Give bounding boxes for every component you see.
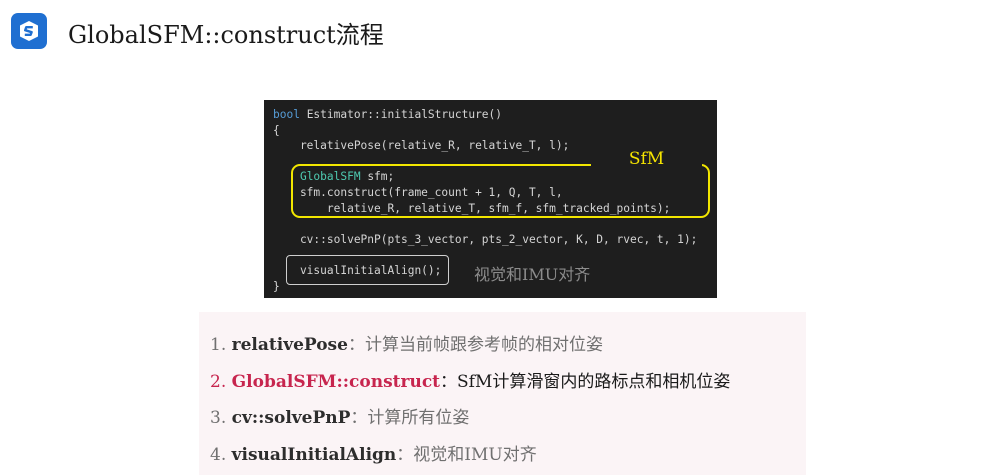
step-separator: ： (348, 335, 365, 355)
step-name: visualInitialAlign (232, 445, 397, 465)
code-line (273, 216, 697, 232)
logo-icon (11, 13, 47, 49)
code-line: { (273, 123, 697, 139)
step-separator: ： (396, 445, 413, 465)
code-token: Estimator::initialStructure() (300, 108, 502, 121)
step-description: 计算所有位姿 (367, 408, 469, 428)
code-line: bool Estimator::initialStructure() (273, 107, 697, 123)
step-number: 1. (210, 335, 226, 355)
step-name: cv::solvePnP (232, 408, 351, 428)
step-description: SfM计算滑窗内的路标点和相机位姿 (457, 372, 730, 392)
code-token: { (273, 124, 280, 137)
step-description: 视觉和IMU对齐 (413, 445, 536, 465)
code-line: cv::solvePnP(pts_3_vector, pts_2_vector,… (273, 232, 697, 248)
step-item: 2. GlobalSFM::construct：SfM计算滑窗内的路标点和相机位… (210, 367, 730, 404)
code-token: relativePose(relative_R, relative_T, l); (273, 139, 569, 152)
s-shield-icon (17, 19, 41, 43)
step-item: 1. relativePose：计算当前帧跟参考帧的相对位姿 (210, 330, 730, 367)
code-token: cv::solvePnP(pts_3_vector, pts_2_vector,… (273, 233, 697, 246)
align-highlight-box (286, 255, 449, 285)
code-token: } (273, 280, 280, 293)
step-description: 计算当前帧跟参考帧的相对位姿 (365, 335, 603, 355)
step-number: 2. (210, 372, 226, 392)
page-title: GlobalSFM::construct流程 (68, 15, 384, 50)
code-token: bool (273, 108, 300, 121)
step-separator: ： (440, 372, 457, 392)
sfm-label: SfM (591, 142, 702, 176)
step-number: 3. (210, 408, 226, 428)
step-item: 3. cv::solvePnP：计算所有位姿 (210, 403, 730, 440)
steps-list: 1. relativePose：计算当前帧跟参考帧的相对位姿2. GlobalS… (210, 330, 730, 476)
align-label: 视觉和IMU对齐 (474, 261, 590, 285)
step-item: 4. visualInitialAlign：视觉和IMU对齐 (210, 440, 730, 476)
step-name: relativePose (232, 335, 348, 355)
step-number: 4. (210, 445, 226, 465)
step-separator: ： (350, 408, 367, 428)
steps-panel: 1. relativePose：计算当前帧跟参考帧的相对位姿2. GlobalS… (199, 312, 806, 475)
step-name: GlobalSFM::construct (232, 372, 440, 392)
